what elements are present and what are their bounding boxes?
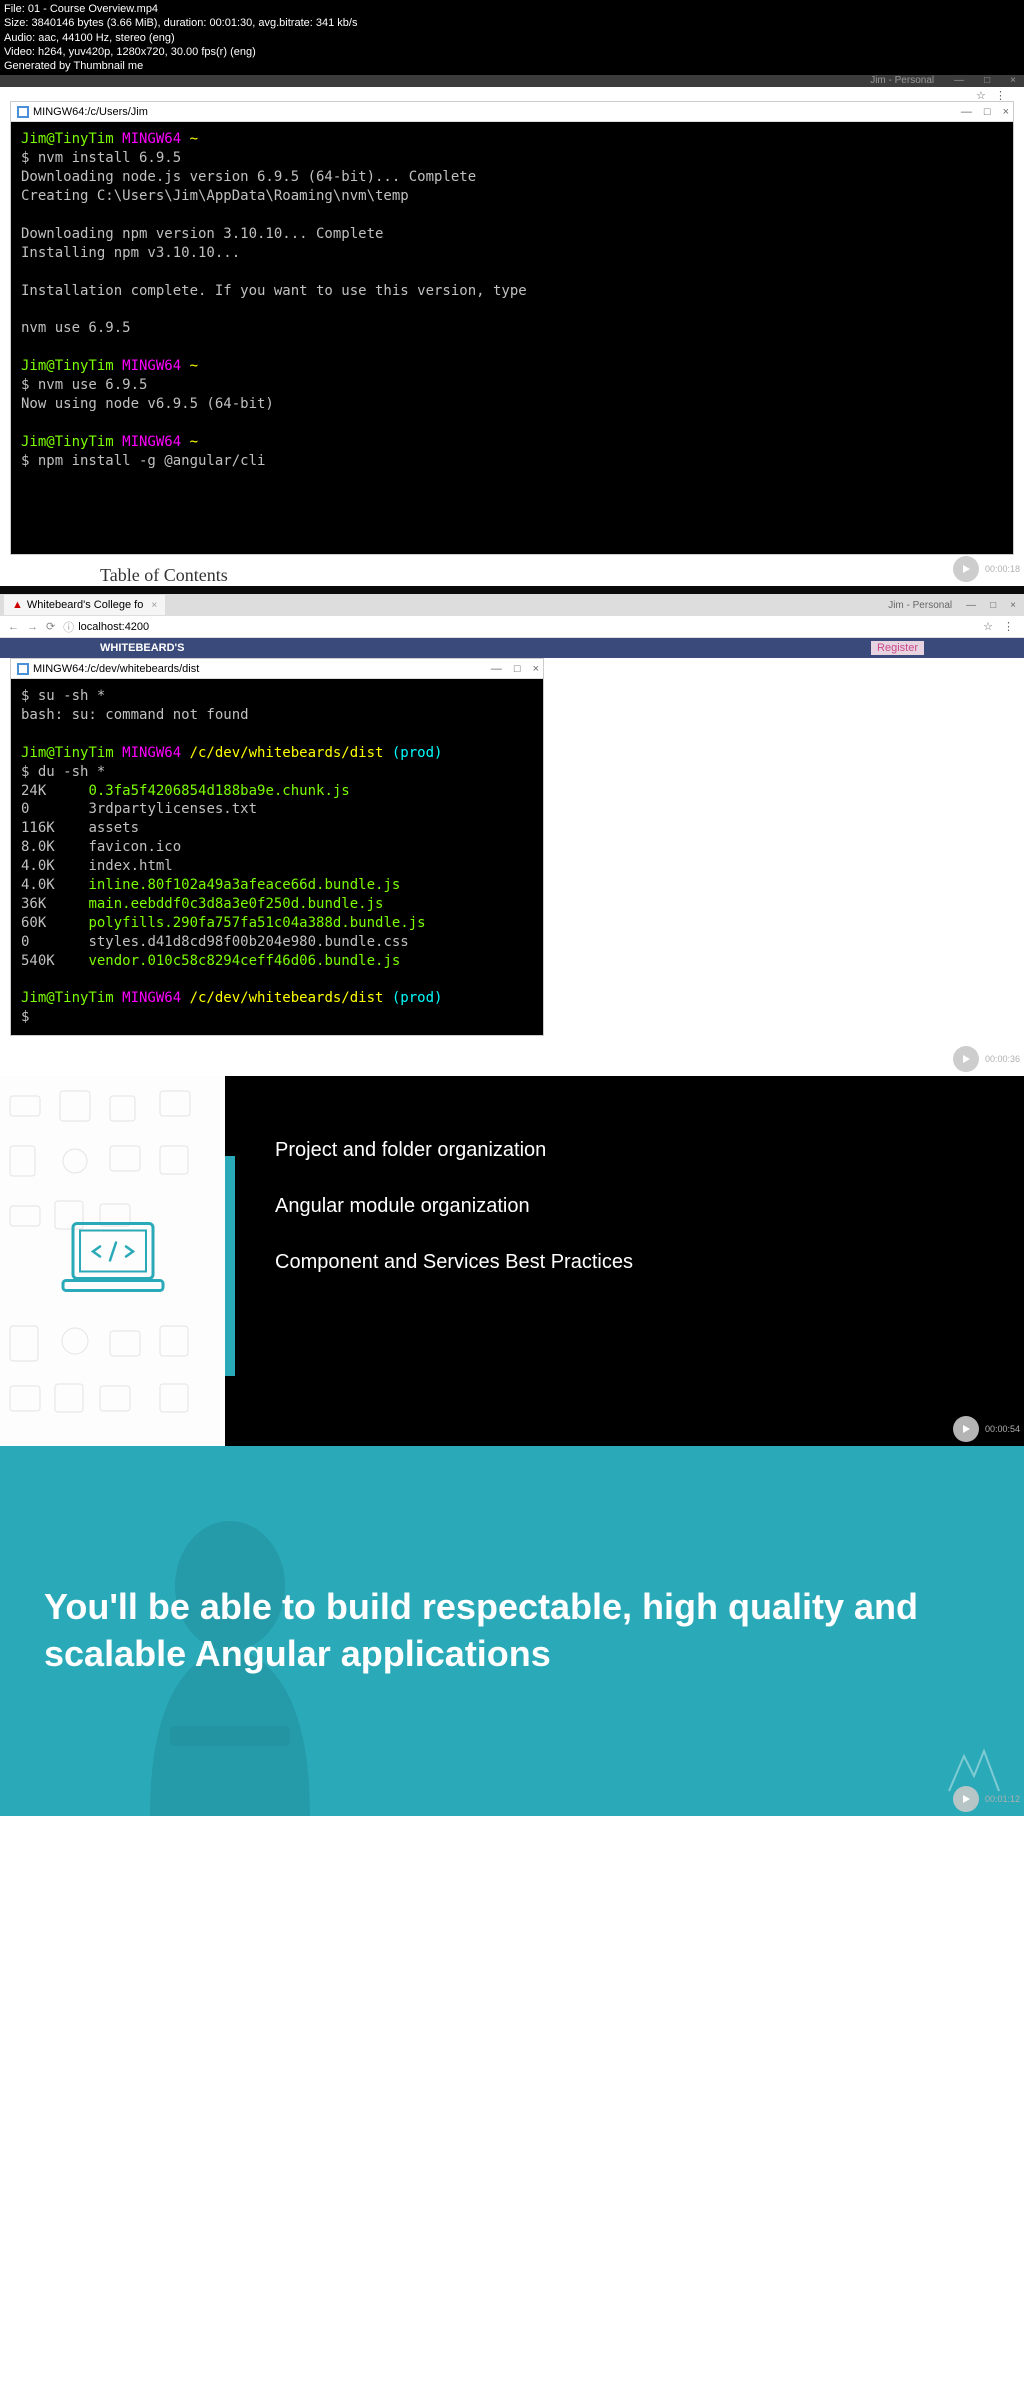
terminal-window-1: MINGW64:/c/Users/Jim — □ × Jim@TinyTim M…: [10, 101, 1014, 555]
meta-audio: Audio: aac, 44100 Hz, stereo (eng): [4, 31, 1020, 45]
terminal-title: MINGW64:/c/Users/Jim: [33, 106, 148, 118]
screenshot-1: File: 01 - Course Overview.mp4 Size: 384…: [0, 0, 1024, 586]
maximize-button[interactable]: □: [990, 600, 996, 611]
screenshot-4: You'll be able to build respectable, hig…: [0, 1446, 1024, 1816]
menu-icon[interactable]: ⋮: [1003, 620, 1014, 633]
timestamp: 00:00:36: [985, 1054, 1020, 1064]
angular-icon: ▲: [12, 599, 23, 611]
term-close[interactable]: ×: [1003, 106, 1009, 118]
slide-headline: You'll be able to build respectable, hig…: [44, 1584, 944, 1678]
reload-button[interactable]: ⟳: [46, 620, 55, 633]
site-brand[interactable]: WHITEBEARD'S: [100, 642, 185, 654]
register-link[interactable]: Register: [871, 641, 924, 655]
meta-gen: Generated by Thumbnail me: [4, 59, 1020, 73]
terminal-icon: [17, 663, 29, 675]
video-overlay: 00:00:18: [953, 556, 1020, 582]
slide-sidebar: [0, 1076, 225, 1446]
star-icon[interactable]: ☆: [983, 620, 993, 633]
screenshot-2: ▲ Whitebeard's College fo × Jim - Person…: [0, 594, 1024, 1076]
terminal-titlebar[interactable]: MINGW64:/c/Users/Jim — □ ×: [11, 102, 1013, 122]
terminal-output[interactable]: Jim@TinyTim MINGW64 ~ $ nvm install 6.9.…: [11, 122, 1013, 554]
browser-titlebar: Jim - Personal — □ ×: [0, 75, 1024, 87]
chrome-tabs: ▲ Whitebeard's College fo × Jim - Person…: [0, 594, 1024, 616]
terminal-window-2: MINGW64:/c/dev/whitebeards/dist — □ × $ …: [10, 658, 544, 1036]
bullet-2: Angular module organization: [275, 1192, 974, 1220]
screenshot-3: Project and folder organization Angular …: [0, 1076, 1024, 1446]
video-overlay: 00:00:54: [953, 1416, 1020, 1442]
meta-video: Video: h264, yuv420p, 1280x720, 30.00 fp…: [4, 45, 1020, 59]
play-icon[interactable]: [953, 1046, 979, 1072]
url[interactable]: localhost:4200: [78, 621, 149, 633]
info-icon[interactable]: ⓘ: [63, 619, 74, 635]
bullet-1: Project and folder organization: [275, 1136, 974, 1164]
tab-close-icon[interactable]: ×: [151, 600, 157, 611]
site-navbar: WHITEBEARD'S Register: [0, 638, 1024, 658]
term-minimize[interactable]: —: [961, 106, 972, 118]
browser-user: Jim - Personal: [870, 75, 934, 86]
meta-file: File: 01 - Course Overview.mp4: [4, 2, 1020, 16]
terminal-output[interactable]: $ su -sh * bash: su: command not found J…: [11, 679, 543, 1035]
play-icon[interactable]: [953, 1786, 979, 1812]
terminal-title: MINGW64:/c/dev/whitebeards/dist: [33, 663, 199, 675]
terminal-titlebar[interactable]: MINGW64:/c/dev/whitebeards/dist — □ ×: [11, 659, 543, 679]
accent-bar: [225, 1156, 235, 1376]
minimize-button[interactable]: —: [954, 75, 964, 86]
play-icon[interactable]: [953, 556, 979, 582]
timestamp: 00:00:54: [985, 1424, 1020, 1434]
browser-tab[interactable]: ▲ Whitebeard's College fo ×: [4, 595, 165, 615]
terminal-icon: [17, 106, 29, 118]
video-overlay: 00:00:36: [953, 1046, 1020, 1072]
close-button[interactable]: ×: [1010, 600, 1016, 611]
maximize-button[interactable]: □: [984, 75, 990, 86]
meta-size: Size: 3840146 bytes (3.66 MiB), duration…: [4, 16, 1020, 30]
term-close[interactable]: ×: [533, 663, 539, 675]
back-button[interactable]: ←: [8, 621, 19, 633]
forward-button[interactable]: →: [27, 621, 38, 633]
term-maximize[interactable]: □: [514, 663, 521, 675]
toc-heading: Table of Contents: [0, 555, 1024, 586]
close-button[interactable]: ×: [1010, 75, 1016, 86]
bullet-3: Component and Services Best Practices: [275, 1248, 974, 1276]
minimize-button[interactable]: —: [966, 600, 976, 611]
timestamp: 00:01:12: [985, 1794, 1020, 1804]
browser-user: Jim - Personal: [888, 600, 952, 611]
term-minimize[interactable]: —: [491, 663, 502, 675]
video-metadata: File: 01 - Course Overview.mp4 Size: 384…: [0, 0, 1024, 75]
address-bar: ← → ⟳ ⓘ localhost:4200 ☆ ⋮: [0, 616, 1024, 638]
play-icon[interactable]: [953, 1416, 979, 1442]
tab-title: Whitebeard's College fo: [27, 599, 143, 611]
video-overlay: 00:01:12: [953, 1786, 1020, 1812]
term-maximize[interactable]: □: [984, 106, 991, 118]
slide-content: Project and folder organization Angular …: [225, 1076, 1024, 1446]
timestamp: 00:00:18: [985, 564, 1020, 574]
laptop-code-icon: [58, 1219, 168, 1304]
